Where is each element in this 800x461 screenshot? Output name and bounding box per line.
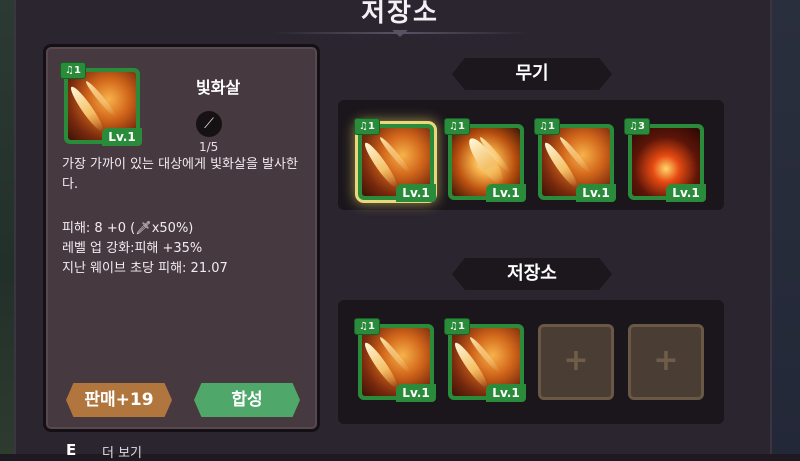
- weapon-slot-3[interactable]: ♫1 Lv.1: [534, 118, 616, 202]
- weapons-box: ♫1 Lv.1 ♫1 Lv.1 ♫1 Lv.1 ♫3 Lv.1: [338, 100, 724, 210]
- background-left: [0, 0, 14, 454]
- merge-button[interactable]: 합성: [194, 383, 300, 417]
- weapons-header: 무기: [452, 58, 612, 90]
- weapon-level-badge: Lv.1: [576, 184, 616, 202]
- storage-slot-3-empty[interactable]: +: [538, 324, 614, 400]
- storage-slot-1[interactable]: ♫1 Lv.1: [354, 318, 436, 402]
- weapon-level-badge: Lv.1: [396, 184, 436, 202]
- plus-icon: +: [563, 343, 589, 378]
- weapon-count-badge: ♫1: [354, 118, 380, 135]
- more-info-text[interactable]: 더 보기: [102, 442, 142, 461]
- storage-level-badge: Lv.1: [486, 384, 526, 402]
- storage-header: 저장소: [452, 258, 612, 290]
- storage-count-badge: ♫1: [354, 318, 380, 335]
- weapon-slot-4[interactable]: ♫3 Lv.1: [624, 118, 706, 202]
- sell-button[interactable]: 판매+19: [66, 383, 172, 417]
- weapon-slot-1[interactable]: ♫1 Lv.1: [354, 118, 436, 202]
- hotkey-label: E: [66, 441, 77, 459]
- weapon-level-badge: Lv.1: [666, 184, 706, 202]
- stat-damage: 피해: 8 +0 (🗡x50%): [62, 221, 194, 236]
- weapon-level-badge: Lv.1: [486, 184, 526, 202]
- item-description: 가장 가까이 있는 대상에게 빛화살을 발사한다.: [62, 157, 298, 192]
- storage-slot-2[interactable]: ♫1 Lv.1: [444, 318, 526, 402]
- type-count: 1/5: [199, 140, 219, 154]
- storage-slot-4-empty[interactable]: +: [628, 324, 704, 400]
- weapon-count-badge: ♫3: [624, 118, 650, 135]
- storage-box: ♫1 Lv.1 ♫1 Lv.1 + +: [338, 300, 724, 424]
- background-right: [772, 0, 800, 454]
- staff-icon: ⟋: [196, 111, 222, 137]
- stat-dps: 지난 웨이브 초당 피해: 21.07: [62, 261, 228, 276]
- item-count-badge: ♫1: [60, 62, 86, 79]
- page-title: 저장소: [361, 0, 439, 28]
- weapon-count-badge: ♫1: [534, 118, 560, 135]
- detail-item-slot: ♫1 Lv.1: [60, 62, 142, 146]
- stat-levelup: 레벨 업 강화:피해 +35%: [62, 241, 203, 256]
- item-stats: 피해: 8 +0 (🗡x50%) 레벨 업 강화:피해 +35% 지난 웨이브 …: [62, 219, 312, 279]
- weapon-count-badge: ♫1: [444, 118, 470, 135]
- storage-count-badge: ♫1: [444, 318, 470, 335]
- weapon-slot-2[interactable]: ♫1 Lv.1: [444, 118, 526, 202]
- item-name: 빛화살: [196, 78, 241, 97]
- item-level-badge: Lv.1: [102, 128, 142, 146]
- storage-level-badge: Lv.1: [396, 384, 436, 402]
- item-detail-card: ♫1 Lv.1 빛화살 ⟋ 1/5 가장 가까이 있는 대상에게 빛화살을 발사…: [43, 44, 320, 432]
- plus-icon: +: [653, 343, 679, 378]
